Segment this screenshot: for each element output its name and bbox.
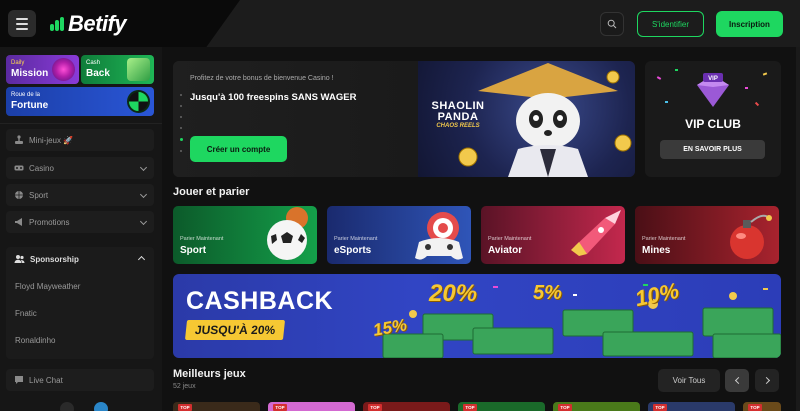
rocket-icon <box>571 210 621 256</box>
sponsor-item-fnatic[interactable]: Fnatic <box>15 309 37 318</box>
sidebar-item-casino[interactable]: Casino <box>6 157 154 179</box>
category-card-aviator[interactable]: Parier Maintenant Aviator <box>481 206 625 264</box>
category-card-sport[interactable]: Parier Maintenant Sport <box>173 206 317 264</box>
game-logo: SHAOLIN PANDA CHAOS REELS <box>431 100 485 130</box>
sponsorship-title: Sponsorship <box>30 254 79 264</box>
signup-button[interactable]: Inscription <box>716 11 783 37</box>
live-chat-button[interactable]: Live Chat <box>6 369 154 391</box>
chat-icon <box>14 375 24 385</box>
best-games-title: Meilleurs jeux <box>173 368 246 380</box>
cashback-title: CASHBACK <box>186 287 334 315</box>
chevron-left-icon <box>734 376 742 385</box>
top-badge: TOP <box>368 404 382 411</box>
hero-pagination[interactable] <box>180 94 183 152</box>
hamburger-icon <box>16 17 28 20</box>
logo[interactable]: Betify <box>50 11 127 37</box>
main-content: Profitez de votre bonus de bienvenue Cas… <box>162 47 800 411</box>
megaphone-icon <box>14 217 24 227</box>
hero-subtitle: Profitez de votre bonus de bienvenue Cas… <box>190 75 334 82</box>
percent-label: 5% <box>533 282 562 304</box>
percent-label: 20% <box>429 280 478 307</box>
vip-gem-icon: VIP <box>697 73 729 107</box>
chevron-up-icon <box>137 255 146 264</box>
cashback-banner[interactable]: CASHBACK JUSQU'À 20% 20% 5% 10% 15% <box>173 274 781 358</box>
game-tile[interactable]: TOP <box>743 402 781 411</box>
carousel-next-button[interactable] <box>755 369 779 392</box>
top-badge: TOP <box>748 404 762 411</box>
top-bar: Betify S'identifier Inscription <box>0 0 800 47</box>
menu-button[interactable] <box>8 10 36 37</box>
casino-chip-icon <box>14 163 24 173</box>
top-badge: TOP <box>653 404 667 411</box>
logo-text: Betify <box>68 11 127 36</box>
hero-banner[interactable]: Profitez de votre bonus de bienvenue Cas… <box>173 61 635 177</box>
hero-title: Jusqu'à 100 freespins SANS WAGER <box>190 92 357 103</box>
see-all-button[interactable]: Voir Tous <box>658 369 720 392</box>
vip-learn-more-button[interactable]: EN SAVOIR PLUS <box>660 140 765 159</box>
category-card-esports[interactable]: Parier Maintenant eSports <box>327 206 471 264</box>
top-badge: TOP <box>178 404 192 411</box>
promo-wheel-of-fortune[interactable]: Roue de la Fortune <box>6 87 154 116</box>
cashback-badge: JUSQU'À 20% <box>184 320 286 340</box>
sponsorship-section: Sponsorship Floyd Mayweather Fnatic Rona… <box>6 247 154 359</box>
search-icon <box>607 19 617 29</box>
cash-icon <box>127 58 150 81</box>
sponsor-item-floyd-mayweather[interactable]: Floyd Mayweather <box>15 282 80 291</box>
sidebar-item-promotions[interactable]: Promotions <box>6 211 154 233</box>
gamepad-icon <box>415 212 463 260</box>
play-section-title: Jouer et parier <box>173 186 250 198</box>
logo-mark-icon <box>50 17 64 31</box>
best-games-count: 52 jeux <box>173 383 196 390</box>
sidebar-divider <box>0 123 162 124</box>
game-tile[interactable]: TOP <box>268 402 355 411</box>
promo-cash-back[interactable]: Cash Back <box>81 55 154 84</box>
game-tile[interactable]: TOP <box>363 402 450 411</box>
target-icon <box>52 58 75 81</box>
create-account-button[interactable]: Créer un compte <box>190 136 287 162</box>
chevron-down-icon <box>139 217 148 226</box>
soccer-ball-icon <box>267 207 308 260</box>
sidebar-item-mini-games[interactable]: Mini-jeux 🚀 <box>6 129 154 151</box>
sponsorship-toggle[interactable]: Sponsorship <box>6 247 154 271</box>
carousel-prev-button[interactable] <box>725 369 749 392</box>
scrollbar[interactable] <box>796 47 800 411</box>
sponsor-item-ronaldinho[interactable]: Ronaldinho <box>15 336 55 345</box>
game-tile[interactable]: TOP <box>458 402 545 411</box>
top-badge: TOP <box>273 404 287 411</box>
game-tile[interactable]: TOP <box>553 402 640 411</box>
login-button[interactable]: S'identifier <box>637 11 704 37</box>
social-icon[interactable] <box>60 402 74 411</box>
chevron-down-icon <box>139 163 148 172</box>
users-icon <box>14 254 25 264</box>
category-card-mines[interactable]: Parier Maintenant Mines <box>635 206 779 264</box>
telegram-icon[interactable] <box>94 402 108 411</box>
ball-icon <box>14 190 24 200</box>
game-tile[interactable]: TOP <box>648 402 735 411</box>
top-badge: TOP <box>463 404 477 411</box>
sidebar: Daily Mission Cash Back Roue de la Fortu… <box>0 47 162 411</box>
joystick-icon <box>14 135 24 145</box>
chevron-down-icon <box>139 190 148 199</box>
app: Betify S'identifier Inscription Daily Mi… <box>0 0 800 411</box>
promo-daily-mission[interactable]: Daily Mission <box>6 55 79 84</box>
wheel-icon <box>127 90 150 113</box>
chevron-right-icon <box>762 376 770 385</box>
vip-club-card[interactable]: VIP VIP CLUB EN SAVOIR PLUS <box>645 61 781 177</box>
vip-title: VIP CLUB <box>685 117 741 131</box>
bomb-icon <box>730 214 772 259</box>
top-badge: TOP <box>558 404 572 411</box>
search-button[interactable] <box>600 12 624 36</box>
sidebar-item-sport[interactable]: Sport <box>6 184 154 206</box>
vip-badge-text: VIP <box>708 76 718 82</box>
game-tile[interactable]: TOP <box>173 402 260 411</box>
